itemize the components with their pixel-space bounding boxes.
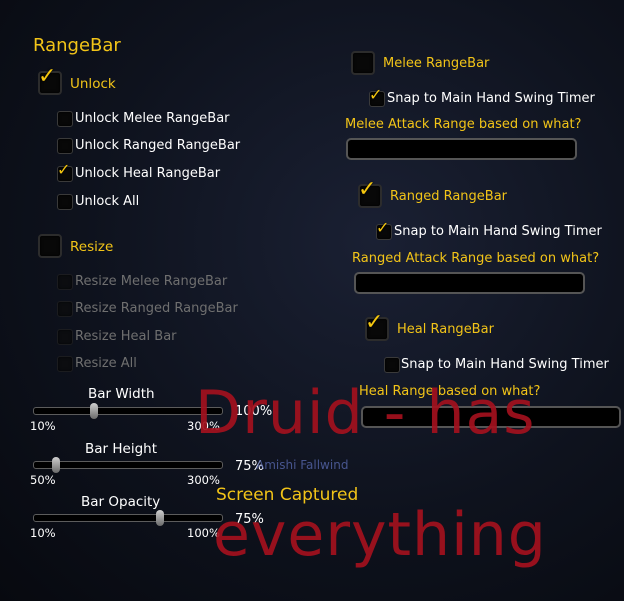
bar-opacity-min: 10% bbox=[30, 526, 56, 540]
unlock-heal-checkbox[interactable]: ✓ bbox=[57, 162, 73, 182]
ranged-range-input[interactable] bbox=[354, 272, 585, 294]
melee-range-label: Melee Attack Range based on what? bbox=[345, 117, 582, 132]
unlock-all-label: Unlock All bbox=[75, 194, 140, 209]
unlock-ranged-checkbox[interactable] bbox=[57, 138, 73, 154]
background-name: Amishi Fallwind bbox=[256, 458, 349, 472]
melee-range-input[interactable] bbox=[346, 138, 577, 160]
unlock-ranged-label: Unlock Ranged RangeBar bbox=[75, 138, 241, 153]
panel-title: RangeBar bbox=[33, 35, 121, 56]
melee-snap-label: Snap to Main Hand Swing Timer bbox=[387, 91, 595, 106]
bar-width-min: 10% bbox=[30, 419, 56, 433]
unlock-label: Unlock bbox=[70, 76, 116, 92]
resize-ranged-label: Resize Ranged RangeBar bbox=[75, 301, 238, 316]
bar-height-slider[interactable] bbox=[33, 457, 223, 473]
heal-rangebar-checkbox[interactable]: ✓ bbox=[365, 312, 389, 341]
checkmark-icon: ✓ bbox=[365, 310, 384, 335]
checkmark-icon: ✓ bbox=[57, 160, 71, 179]
ranged-range-label: Ranged Attack Range based on what? bbox=[352, 251, 600, 266]
slider-thumb[interactable] bbox=[52, 457, 60, 473]
slider-thumb[interactable] bbox=[89, 403, 98, 419]
overlay-text-line2: everything bbox=[213, 500, 547, 570]
unlock-checkbox[interactable]: ✓ bbox=[38, 66, 62, 95]
bar-height-max: 300% bbox=[187, 473, 220, 487]
bar-opacity-label: Bar Opacity bbox=[81, 494, 161, 510]
heal-rangebar-label: Heal RangeBar bbox=[397, 322, 494, 337]
melee-rangebar-label: Melee RangeBar bbox=[383, 56, 490, 71]
ranged-snap-label: Snap to Main Hand Swing Timer bbox=[394, 224, 602, 239]
melee-snap-checkbox[interactable]: ✓ bbox=[369, 87, 385, 107]
unlock-melee-label: Unlock Melee RangeBar bbox=[75, 111, 230, 126]
overlay-text-line1: Druid - has bbox=[195, 378, 536, 448]
bar-height-min: 50% bbox=[30, 473, 56, 487]
unlock-all-checkbox[interactable] bbox=[57, 194, 73, 210]
bar-width-label: Bar Width bbox=[88, 386, 155, 402]
heal-snap-label: Snap to Main Hand Swing Timer bbox=[401, 357, 609, 372]
checkmark-icon: ✓ bbox=[358, 177, 377, 202]
ranged-snap-checkbox[interactable]: ✓ bbox=[376, 220, 392, 240]
bar-height-label: Bar Height bbox=[85, 441, 158, 457]
resize-melee-checkbox[interactable] bbox=[57, 274, 73, 290]
checkmark-icon: ✓ bbox=[369, 85, 383, 104]
ranged-rangebar-label: Ranged RangeBar bbox=[390, 189, 508, 204]
resize-melee-label: Resize Melee RangeBar bbox=[75, 274, 228, 289]
unlock-melee-checkbox[interactable] bbox=[57, 111, 73, 127]
melee-rangebar-checkbox[interactable] bbox=[351, 51, 375, 75]
resize-heal-checkbox[interactable] bbox=[57, 329, 73, 345]
resize-checkbox[interactable] bbox=[38, 234, 62, 258]
slider-thumb[interactable] bbox=[156, 510, 165, 526]
checkmark-icon: ✓ bbox=[376, 218, 390, 237]
bar-opacity-slider[interactable] bbox=[33, 510, 223, 526]
resize-label: Resize bbox=[70, 239, 114, 255]
unlock-heal-label: Unlock Heal RangeBar bbox=[75, 166, 221, 181]
heal-snap-checkbox[interactable] bbox=[384, 357, 400, 373]
resize-heal-label: Resize Heal Bar bbox=[75, 329, 177, 344]
checkmark-icon: ✓ bbox=[38, 64, 57, 89]
resize-ranged-checkbox[interactable] bbox=[57, 301, 73, 317]
resize-all-label: Resize All bbox=[75, 356, 137, 371]
ranged-rangebar-checkbox[interactable]: ✓ bbox=[358, 179, 382, 208]
resize-all-checkbox[interactable] bbox=[57, 356, 73, 372]
